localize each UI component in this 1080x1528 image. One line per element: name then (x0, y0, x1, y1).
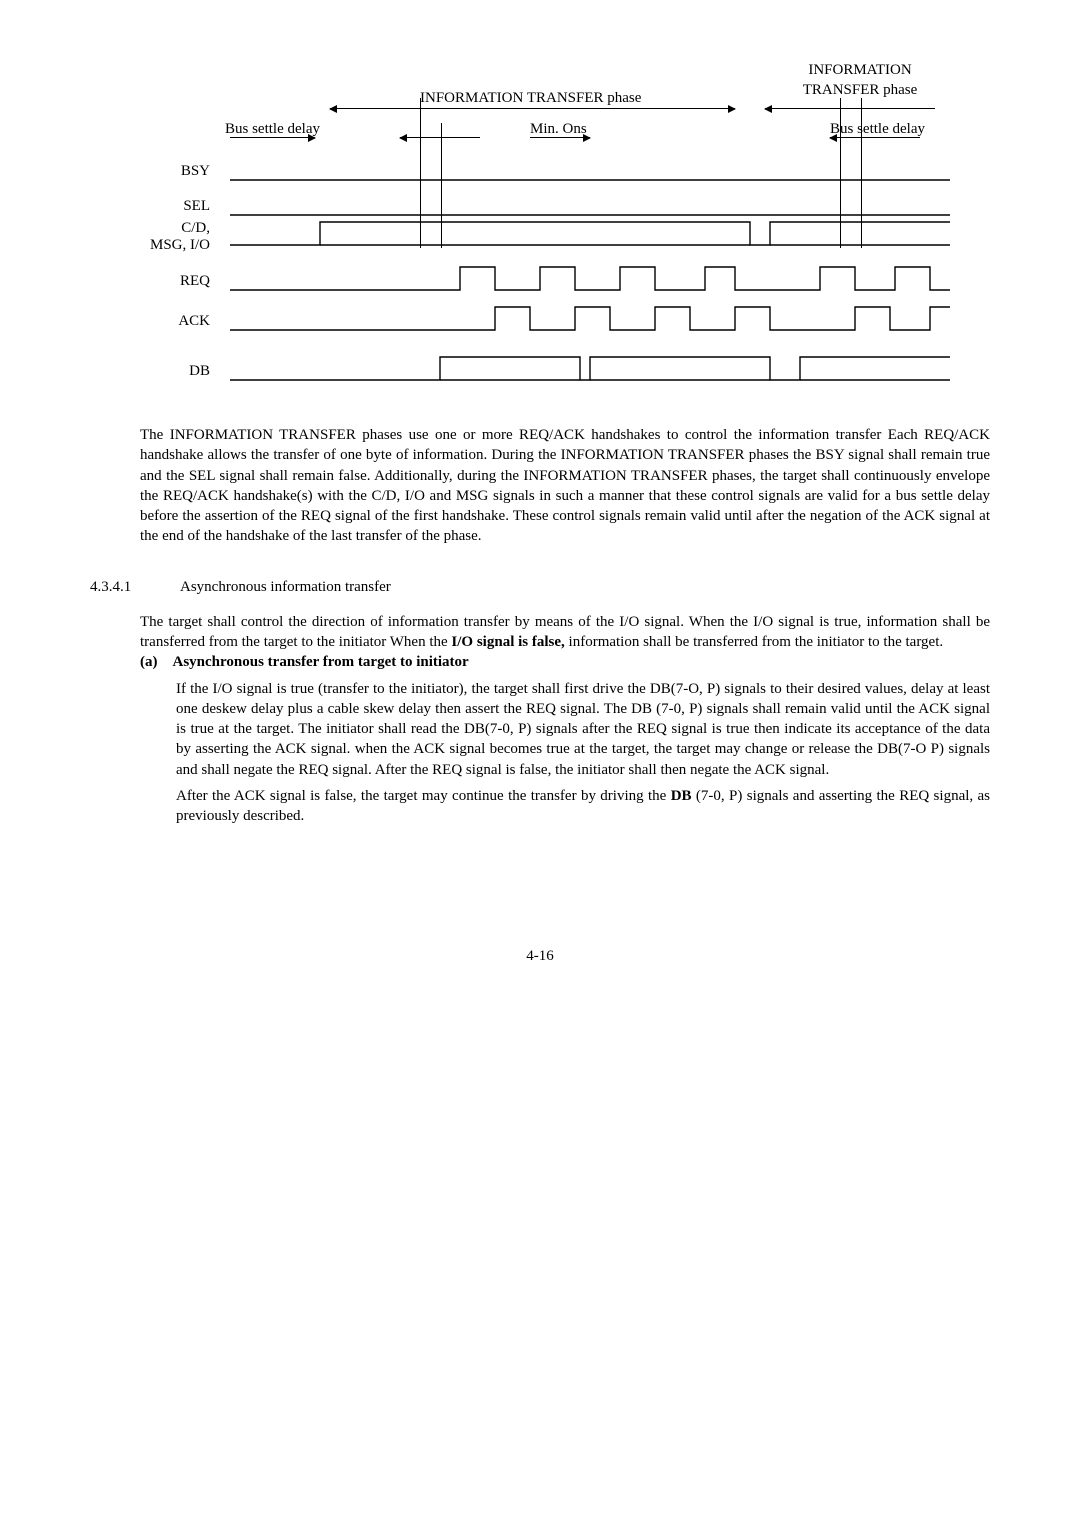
phase-span-arrow-right (765, 108, 935, 109)
phase-main-label: INFORMATION TRANSFER phase (420, 88, 641, 108)
label-ack: ACK (120, 311, 210, 331)
paragraph-1: The INFORMATION TRANSFER phases use one … (140, 425, 990, 547)
label-req: REQ (120, 271, 210, 291)
min-ons-arrow-right (530, 137, 590, 138)
phase-right-line2: TRANSFER phase (803, 82, 918, 98)
min-ons-arrow-left (400, 137, 480, 138)
wave-cd-msg-io (230, 220, 950, 254)
label-cd-msg-io: C/D,MSG, I/O (120, 220, 210, 255)
section-number: 4.3.4.1 (90, 577, 180, 597)
item-a-body2a: After the ACK signal is false, the targe… (176, 788, 671, 804)
wave-db (230, 355, 950, 385)
wave-req (230, 265, 950, 295)
row-cd-msg-io: C/D,MSG, I/O (130, 220, 950, 250)
row-ack: ACK (130, 305, 950, 335)
wave-ack (230, 305, 950, 335)
label-bsy: BSY (120, 161, 210, 181)
section-title: Asynchronous information transfer (180, 577, 391, 597)
item-a-body2-bold: DB (671, 788, 692, 804)
row-sel: SEL (130, 190, 950, 220)
paragraph-2-bold: I/O signal is false, (451, 634, 564, 650)
item-a-title: Asynchronous transfer from target to ini… (173, 654, 469, 670)
phase-right-label: INFORMATION TRANSFER phase (770, 60, 950, 101)
page-number: 4-16 (90, 946, 990, 966)
paragraph-2b: information shall be transferred from th… (565, 634, 943, 650)
row-bsy: BSY (130, 155, 950, 185)
bus-settle-right-arrow (830, 137, 920, 138)
item-a-body2: After the ACK signal is false, the targe… (176, 786, 990, 827)
item-a-marker: (a) (140, 654, 158, 670)
list-item-a: (a) Asynchronous transfer from target to… (140, 652, 990, 826)
label-sel: SEL (120, 196, 210, 216)
item-a-body1: If the I/O signal is true (transfer to t… (176, 679, 990, 780)
timing-diagram: INFORMATION TRANSFER phase INFORMATION T… (130, 60, 950, 390)
row-req: REQ (130, 265, 950, 295)
paragraph-2: The target shall control the direction o… (140, 612, 990, 653)
wave-sel (230, 190, 950, 220)
phase-right-line1: INFORMATION (808, 62, 911, 78)
row-db: DB (130, 355, 950, 385)
wave-bsy (230, 155, 950, 185)
bus-settle-left-arrow (230, 137, 315, 138)
phase-span-arrow-main (330, 108, 735, 109)
section-heading: 4.3.4.1 Asynchronous information transfe… (90, 577, 990, 597)
label-db: DB (120, 361, 210, 381)
